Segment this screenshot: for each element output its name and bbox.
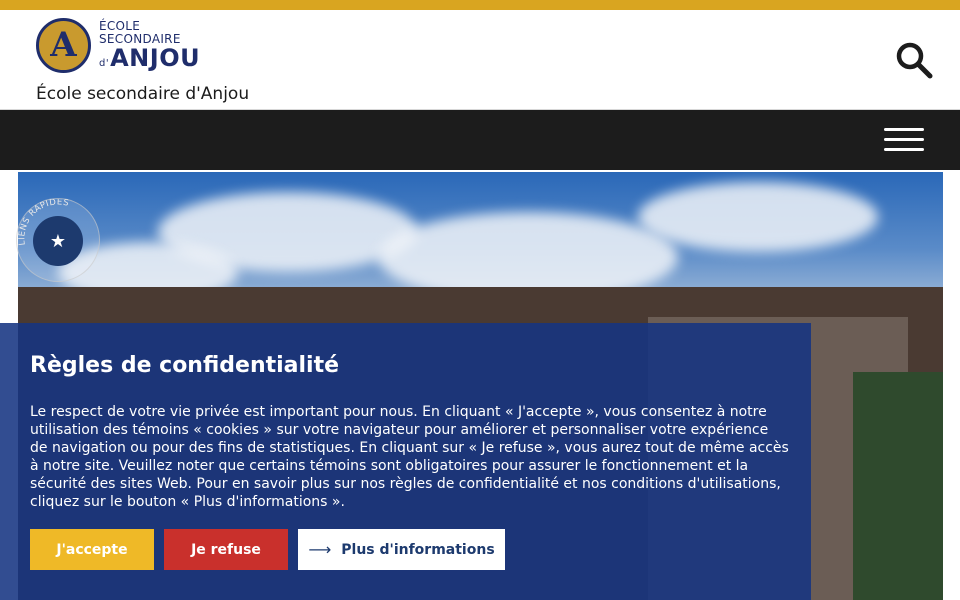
arrow-right-icon: ⟶ [308, 540, 332, 559]
star-icon: ★ [33, 216, 83, 266]
site-header: A ÉCOLE SECONDAIRE d'ANJOU École seconda… [0, 10, 960, 110]
hero-cloud [638, 182, 878, 252]
search-icon [896, 42, 933, 79]
logo-badge: A [36, 17, 91, 73]
cookie-consent-banner: Règles de confidentialité Le respect de … [0, 323, 811, 600]
top-accent-strip [0, 0, 960, 10]
cookie-banner-title: Règles de confidentialité [30, 353, 340, 378]
logo-badge-letter: A [50, 25, 77, 65]
cookie-banner-body: Le respect de votre vie privée est impor… [30, 404, 789, 511]
hamburger-menu-icon-bar [884, 138, 924, 141]
refuse-cookies-button[interactable]: Je refuse [164, 529, 288, 570]
hero-tree [853, 372, 943, 600]
logo-line-3: d'ANJOU [99, 46, 200, 70]
hamburger-menu-icon [884, 128, 924, 131]
school-logo[interactable]: A ÉCOLE SECONDAIRE d'ANJOU [36, 16, 200, 74]
more-info-button[interactable]: ⟶ Plus d'informations [298, 529, 505, 570]
hamburger-menu-icon-bar [884, 148, 924, 151]
search-button[interactable] [894, 40, 934, 80]
main-navbar [0, 110, 960, 170]
logo-line-1: ÉCOLE [99, 19, 141, 33]
cookie-banner-actions: J'accepte Je refuse ⟶ Plus d'information… [30, 529, 505, 570]
quick-links-button[interactable]: LIENS RAPIDES ★ [16, 198, 100, 282]
logo-line-3-prefix: d' [99, 58, 110, 69]
more-info-label: Plus d'informations [341, 541, 495, 558]
site-name[interactable]: École secondaire d'Anjou [36, 84, 249, 104]
logo-line-3-text: ANJOU [110, 44, 201, 72]
accept-cookies-button[interactable]: J'accepte [30, 529, 154, 570]
logo-wordmark: ÉCOLE SECONDAIRE d'ANJOU [99, 20, 200, 70]
hamburger-menu-button[interactable] [884, 128, 924, 152]
